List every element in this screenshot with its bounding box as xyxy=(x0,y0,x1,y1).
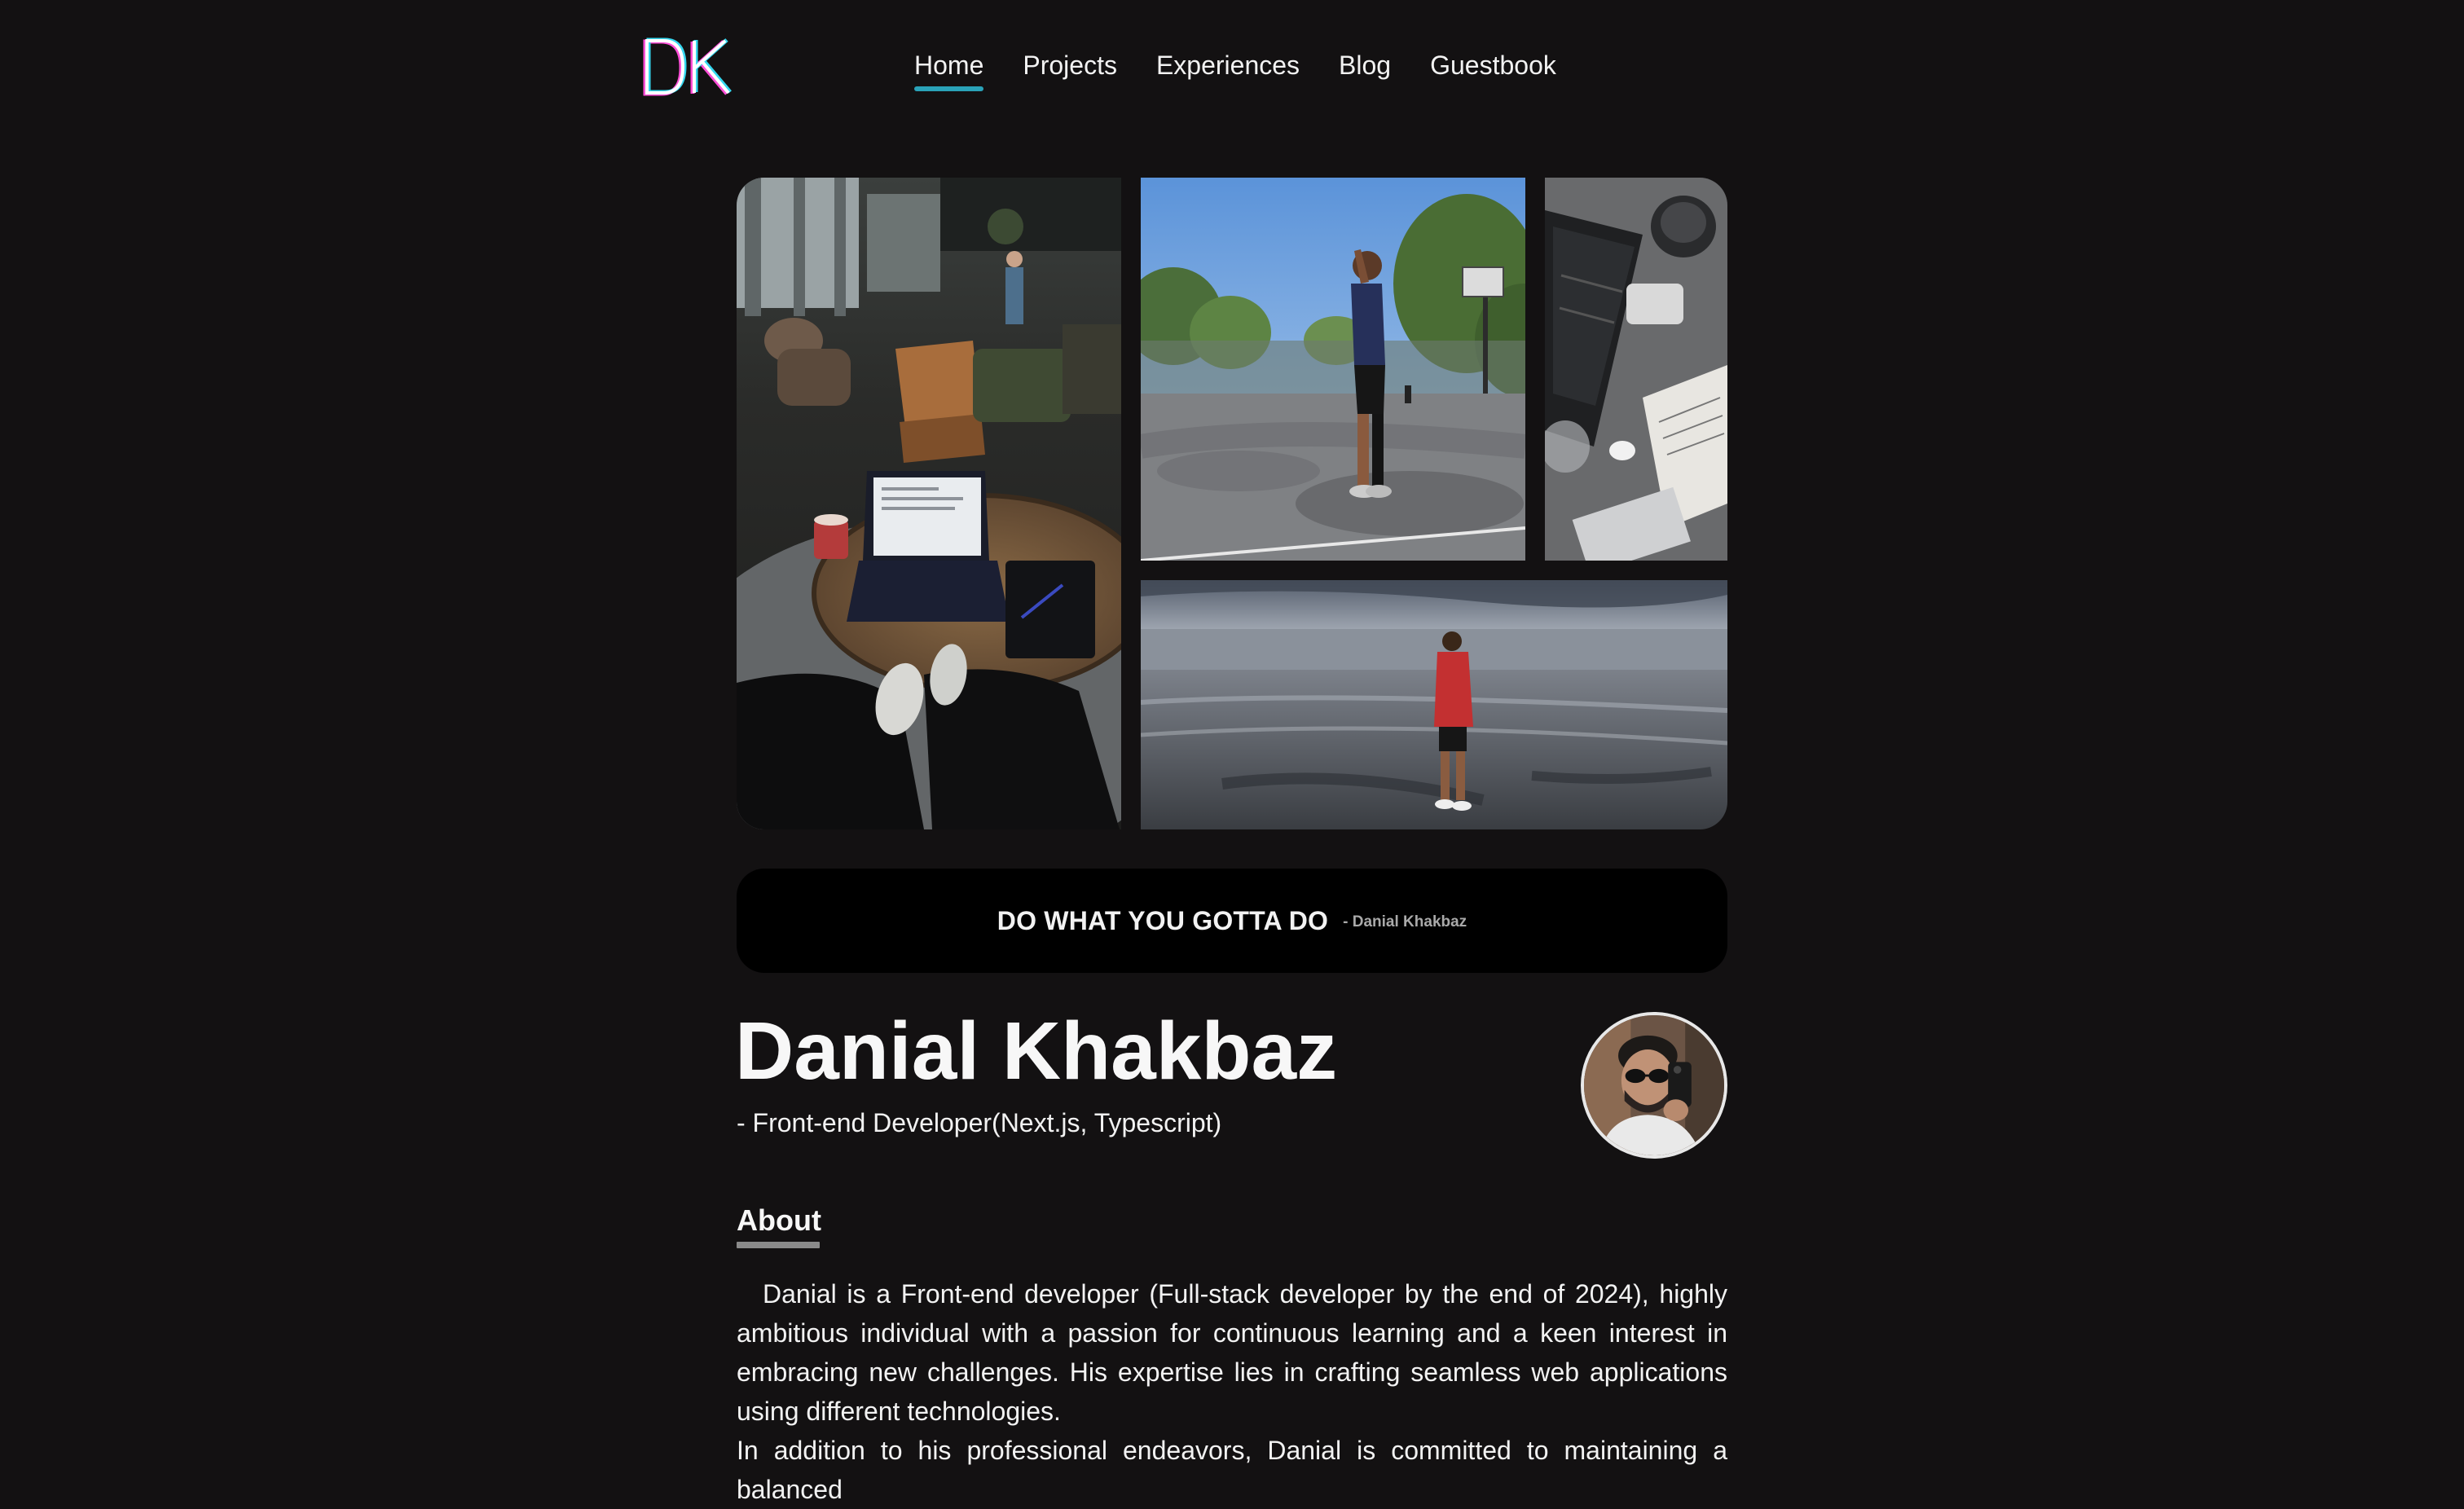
quote-author: - Danial Khakbaz xyxy=(1343,913,1467,930)
avatar xyxy=(1581,1012,1727,1159)
quote-text: DO WHAT YOU GOTTA DO xyxy=(997,905,1329,935)
basketball-court-photo xyxy=(1141,178,1525,561)
nav-guestbook[interactable]: Guestbook xyxy=(1430,46,1556,85)
quote-banner: DO WHAT YOU GOTTA DO - Danial Khakbaz xyxy=(737,869,1727,973)
about-paragraph: In addition to his professional endeavor… xyxy=(737,1436,1727,1504)
nav-experiences[interactable]: Experiences xyxy=(1156,46,1300,85)
about-paragraph: Danial is a Front-end developer (Full-st… xyxy=(737,1279,1727,1426)
about-body: Danial is a Front-end developer (Full-st… xyxy=(737,1274,1727,1509)
photo-gallery xyxy=(737,178,1727,829)
main-nav: Home Projects Experiences Blog Guestbook xyxy=(914,46,1595,91)
desk-laptop-photo xyxy=(1545,178,1727,561)
profile-role: - Front-end Developer(Next.js, Typescrip… xyxy=(737,1108,1222,1137)
nav-projects[interactable]: Projects xyxy=(1023,46,1117,85)
site-header: Home Projects Experiences Blog Guestbook xyxy=(0,0,2464,139)
beach-photo xyxy=(1141,580,1727,829)
logo-icon xyxy=(643,37,732,96)
about-heading: About xyxy=(737,1203,821,1237)
nav-home[interactable]: Home xyxy=(914,46,984,91)
cafe-laptop-photo xyxy=(737,178,1121,829)
nav-blog[interactable]: Blog xyxy=(1339,46,1391,85)
logo[interactable] xyxy=(640,36,733,98)
profile-name: Danial Khakbaz xyxy=(735,1005,1338,1097)
about-heading-underline xyxy=(737,1242,820,1248)
